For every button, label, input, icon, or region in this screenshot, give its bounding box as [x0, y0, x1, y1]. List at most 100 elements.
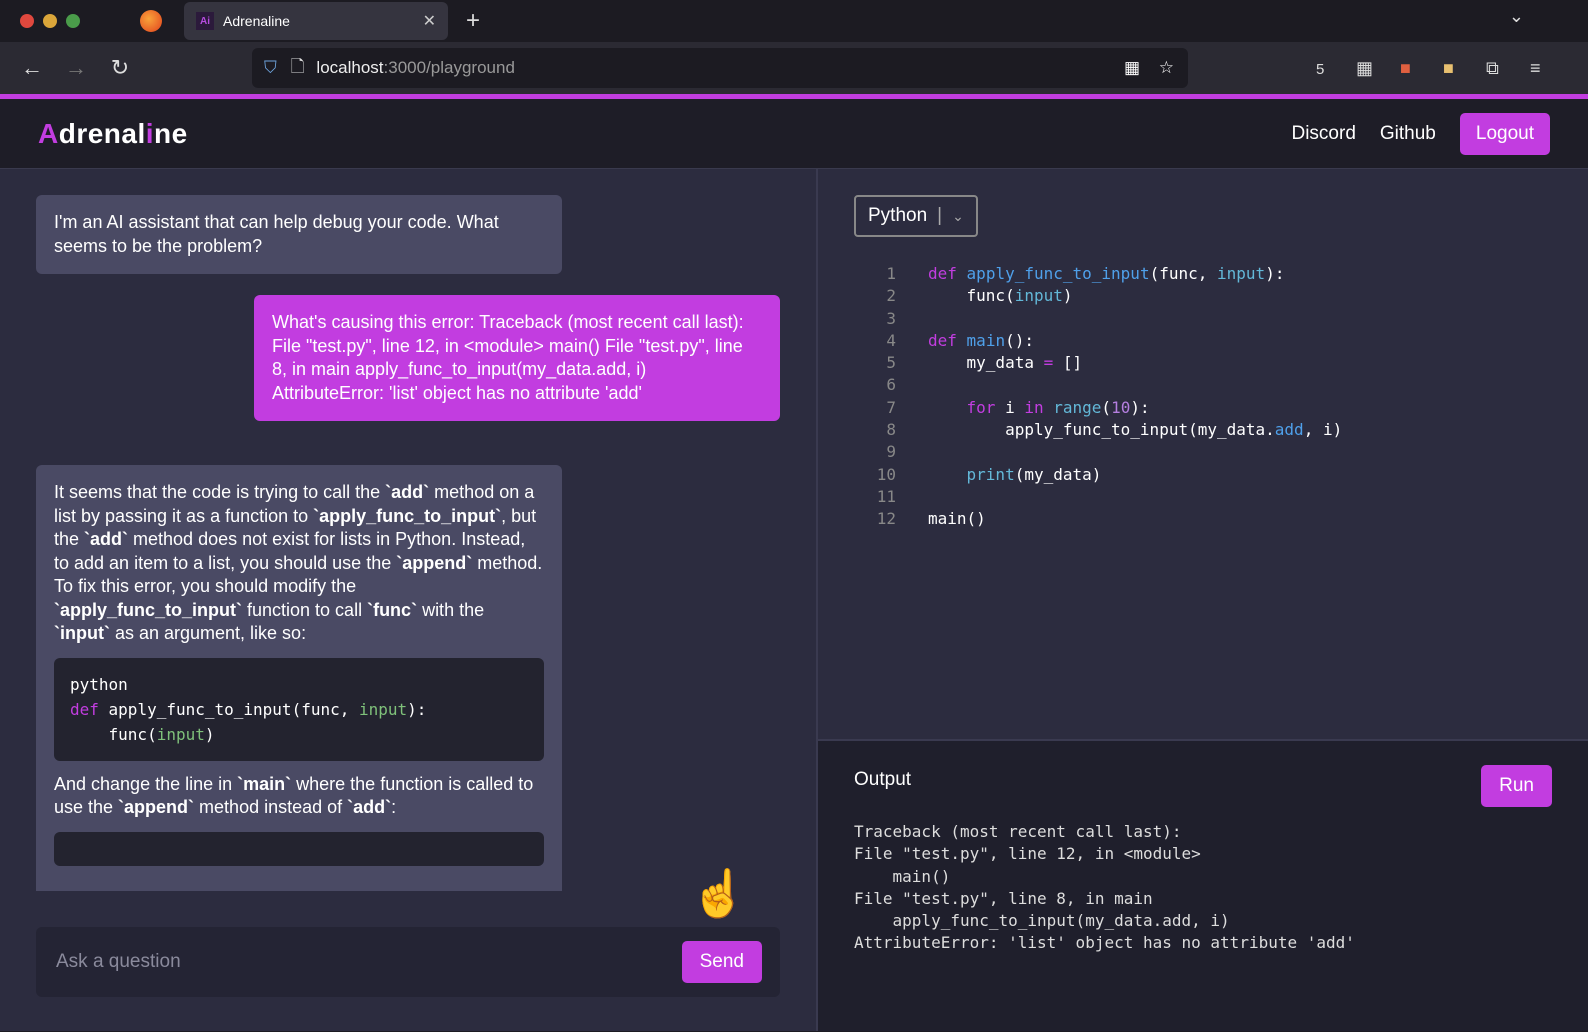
- code-lines[interactable]: 1def apply_func_to_input(func, input):​2…: [854, 263, 1552, 531]
- close-window-button[interactable]: [20, 14, 34, 28]
- inline-code: `append`: [118, 797, 195, 817]
- code-token: ): [1062, 286, 1073, 306]
- inline-code: `apply_func_to_input`: [313, 505, 502, 526]
- logo-part: ne: [154, 117, 188, 149]
- code-token: []: [1053, 353, 1083, 373]
- inline-code: `append`: [396, 552, 473, 573]
- code-token: func(: [928, 286, 1015, 306]
- hand-cursor-icon: ☝: [690, 867, 748, 919]
- output-panel: Output Run Traceback (most recent call l…: [818, 741, 1588, 1031]
- forward-icon[interactable]: →: [54, 55, 98, 81]
- code-token: (my_data): [1014, 464, 1102, 484]
- code-line: 7 for i in range(10):​: [854, 397, 1552, 419]
- question-input[interactable]: [56, 951, 682, 973]
- logo-part: A: [38, 117, 59, 149]
- code-line: 2 func(input)​: [854, 285, 1552, 307]
- bookmark-star-icon[interactable]: ☆: [1159, 58, 1174, 78]
- code-token: input: [1014, 286, 1063, 306]
- inline-code: `main`: [237, 773, 292, 794]
- line-number: 12: [876, 509, 896, 529]
- line-number: 7: [886, 397, 896, 417]
- nav-github[interactable]: Github: [1380, 123, 1436, 145]
- url-host: localhost: [316, 58, 384, 77]
- new-tab-icon[interactable]: +: [466, 7, 480, 35]
- puzzle-icon[interactable]: ⧉: [1486, 58, 1499, 79]
- line-number: 11: [876, 486, 896, 506]
- line-number: 6: [886, 375, 896, 395]
- code-token: apply_func_to_input(my_data.: [928, 420, 1275, 440]
- text-segment: :: [391, 797, 397, 817]
- back-icon[interactable]: ←: [10, 55, 54, 81]
- code-token: ):: [407, 699, 427, 719]
- reload-icon[interactable]: ↻: [98, 55, 142, 81]
- reply-paragraph: It seems that the code is trying to call…: [54, 481, 544, 646]
- favicon-icon: Ai: [196, 12, 214, 30]
- code-token: main: [966, 330, 1006, 350]
- code-token: input: [156, 724, 205, 744]
- inline-code: `apply_func_to_input`: [54, 599, 242, 620]
- code-line: 4def main():​: [854, 330, 1552, 352]
- firefox-icon: [140, 10, 162, 32]
- tab-list-chevron-icon[interactable]: ⌄: [1509, 6, 1524, 27]
- code-line: 5 my_data = []​: [854, 352, 1552, 374]
- chevron-down-icon: ⌄: [952, 207, 964, 224]
- inline-code: `add`: [84, 529, 129, 549]
- close-tab-icon[interactable]: ✕: [423, 11, 436, 31]
- code-token: def: [70, 699, 99, 719]
- line-number: 1: [886, 264, 896, 283]
- inline-code: `add`: [385, 482, 430, 502]
- text-segment: method instead of: [194, 797, 348, 817]
- menu-icon[interactable]: ≡: [1530, 58, 1541, 79]
- inline-code: `input`: [54, 623, 110, 643]
- shield-icon: ⛉: [264, 58, 277, 77]
- text-segment: And change the line in: [54, 773, 238, 794]
- inline-code: `add`: [347, 797, 392, 817]
- code-token: 10: [1111, 397, 1131, 417]
- extension-icon-2[interactable]: ■: [1443, 58, 1454, 79]
- qr-icon[interactable]: ▦: [1124, 58, 1140, 78]
- maximize-window-button[interactable]: [66, 14, 80, 28]
- code-token: func(: [70, 724, 157, 744]
- nav-discord[interactable]: Discord: [1291, 123, 1355, 145]
- extension-badge-icon[interactable]: 5: [1316, 58, 1324, 79]
- code-token: ():: [1005, 330, 1034, 350]
- code-editor[interactable]: Python | ⌄ 1 def apply_func_to_input(func, …: [818, 169, 1588, 741]
- code-token: for: [966, 397, 996, 417]
- address-bar[interactable]: ⛉ 🗋 localhost:3000/playground ▦ ☆: [252, 48, 1188, 88]
- line-number: 8: [886, 420, 896, 440]
- separator: |: [937, 205, 943, 226]
- send-button[interactable]: Send: [681, 941, 762, 983]
- code-token: input: [359, 699, 408, 719]
- page-icon: 🗋: [290, 56, 305, 76]
- language-value: Python: [868, 205, 928, 226]
- logo[interactable]: Adrenaline: [38, 118, 188, 150]
- logo-part: i: [145, 117, 155, 149]
- code-token: in: [1024, 397, 1044, 417]
- code-line: 11​: [854, 486, 1552, 508]
- minimize-window-button[interactable]: [43, 14, 57, 28]
- extension-icon[interactable]: ■: [1400, 58, 1411, 79]
- reply-paragraph: And change the line in `main` where the …: [54, 773, 544, 820]
- browser-tab-bar: Ai Adrenaline ✕ + ⌄: [0, 0, 1588, 42]
- logo-part: drenal: [58, 117, 146, 149]
- text-segment: with the: [417, 599, 485, 620]
- language-select[interactable]: Python | ⌄: [854, 195, 978, 237]
- logout-button[interactable]: Logout: [1459, 112, 1550, 155]
- line-number: 10: [876, 464, 896, 484]
- browser-navbar: ← → ↻ ⛉ 🗋 localhost:3000/playground ▦ ☆ …: [0, 42, 1588, 94]
- browser-tab[interactable]: Ai Adrenaline ✕: [184, 2, 448, 40]
- line-number: 5: [886, 353, 896, 373]
- code-token: add: [1274, 420, 1304, 440]
- line-number: 3: [886, 308, 896, 328]
- run-button[interactable]: Run: [1481, 765, 1552, 807]
- extensions-grid-icon[interactable]: ▦: [1356, 58, 1373, 79]
- code-line: 1def apply_func_to_input(func, input):​: [854, 263, 1552, 285]
- code-token: def: [928, 330, 957, 350]
- code-token: apply_func_to_input: [966, 264, 1150, 283]
- output-title: Output: [854, 769, 912, 790]
- text-segment: It seems that the code is trying to call…: [54, 482, 386, 502]
- reply-code-block: python def apply_func_to_input(func, inpu…: [54, 657, 544, 761]
- code-token: range: [1053, 397, 1102, 417]
